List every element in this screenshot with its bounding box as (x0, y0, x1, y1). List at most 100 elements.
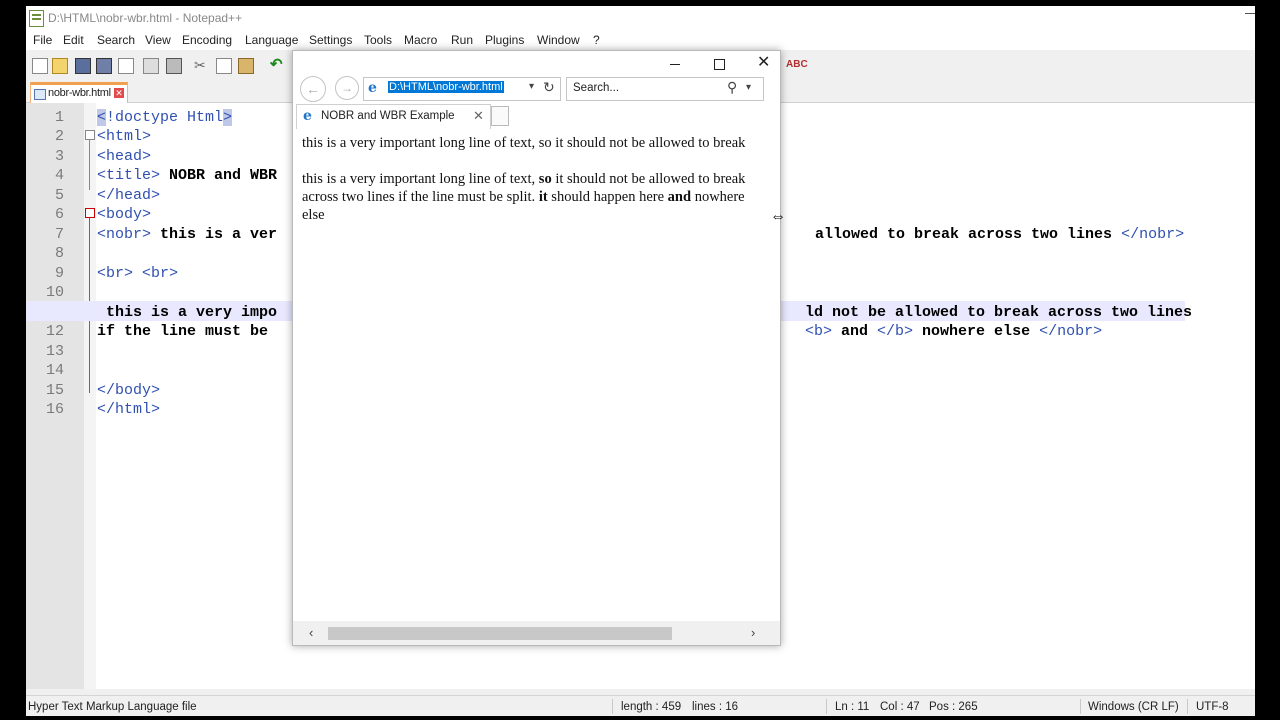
forward-button[interactable]: → (335, 76, 359, 100)
dropdown-arrow-icon[interactable]: ▾ (746, 82, 751, 93)
line-number: 9 (54, 265, 64, 282)
horizontal-scrollbar[interactable]: ‹ › (293, 621, 780, 645)
refresh-icon[interactable]: ↻ (543, 79, 555, 96)
new-tab-button[interactable] (491, 106, 509, 126)
menu-file[interactable]: File (33, 33, 52, 47)
menu-view[interactable]: View (145, 33, 171, 47)
close-tab-icon[interactable]: ✕ (114, 88, 124, 98)
code-line-6: <body> (97, 206, 152, 223)
save-icon[interactable] (75, 58, 91, 74)
open-file-icon[interactable] (52, 58, 68, 74)
status-separator (612, 699, 613, 714)
status-eol[interactable]: Windows (CR LF) (1088, 701, 1179, 713)
code-line-9: <br> <br> (97, 265, 179, 282)
code-line-12: if the line must be (97, 323, 278, 340)
status-filetype: Hyper Text Markup Language file (28, 701, 197, 713)
resize-cursor-icon: ⇔ (770, 208, 786, 225)
menu-plugins[interactable]: Plugins (485, 33, 524, 47)
paste-icon[interactable] (238, 58, 254, 74)
menu-encoding[interactable]: Encoding (182, 33, 232, 47)
code-line-7-tail: allowed to break across two lines </nobr… (815, 226, 1185, 243)
menu-edit[interactable]: Edit (63, 33, 84, 47)
code-line-11: this is a very impo (97, 304, 278, 321)
code-line-3: <head> (97, 148, 152, 165)
back-button[interactable]: ← (300, 76, 326, 102)
line-number: 4 (54, 167, 64, 184)
close-all-icon[interactable] (143, 58, 159, 74)
url-text[interactable]: D:\HTML\nobr-wbr.html (388, 81, 504, 93)
close-icon[interactable]: ✕ (757, 55, 770, 71)
line-number: 3 (54, 148, 64, 165)
save-all-icon[interactable] (96, 58, 112, 74)
menu-help[interactable]: ? (593, 33, 600, 47)
code-line-7: <nobr> this is a ver (97, 226, 278, 243)
menu-macro[interactable]: Macro (404, 33, 437, 47)
menu-window[interactable]: Window (537, 33, 580, 47)
status-pos: Pos : 265 (929, 701, 978, 713)
notepadpp-icon (29, 10, 44, 27)
tab-title: NOBR and WBR Example (321, 110, 455, 122)
tab-nobr-wbr-example[interactable]: e NOBR and WBR Example ✕ (296, 104, 491, 129)
cut-icon[interactable]: ✂ (194, 58, 208, 72)
line-number: 14 (45, 362, 64, 379)
copy-icon[interactable] (216, 58, 232, 74)
line-number: 10 (45, 284, 64, 301)
nobr-line: this is a very important long line of te… (302, 135, 746, 151)
undo-icon[interactable]: ↶ (270, 57, 284, 72)
status-bar: Hyper Text Markup Language file length :… (26, 695, 1255, 716)
spellcheck-icon[interactable]: ABC (786, 58, 808, 72)
line-number: 2 (54, 128, 64, 145)
line-number: 12 (45, 323, 64, 340)
code-line-2: <html> (97, 128, 152, 145)
minimize-icon[interactable] (1245, 13, 1255, 14)
status-lines: lines : 16 (692, 701, 739, 713)
browser-window: ✕ ← → e D:\HTML\nobr-wbr.html ▾ ↻ Search… (292, 50, 781, 646)
close-tab-icon[interactable]: ✕ (473, 108, 484, 124)
window-controls: ✕ (640, 51, 780, 79)
line-number: 8 (54, 245, 64, 262)
tab-nobr-wbr[interactable]: nobr-wbr.html ✕ (30, 82, 128, 105)
fold-toggle-icon[interactable] (85, 208, 95, 218)
status-col: Col : 47 (880, 701, 920, 713)
code-line-15: </body> (97, 382, 161, 399)
status-separator (1080, 699, 1081, 714)
maximize-icon[interactable] (714, 59, 725, 70)
menu-bar: File Edit Search View Encoding Language … (26, 30, 1255, 50)
code-line-1: <!doctype Html> (97, 109, 233, 126)
line-number-gutter: 1 2 3 4 5 6 7 8 9 10 11 12 13 14 15 16 (26, 103, 85, 689)
status-encoding[interactable]: UTF-8 (1196, 701, 1229, 713)
code-line-16: </html> (97, 401, 161, 418)
dropdown-arrow-icon[interactable]: ▾ (529, 81, 534, 92)
status-separator (1187, 699, 1188, 714)
scrollbar-thumb[interactable] (328, 627, 672, 640)
minimize-icon[interactable] (670, 64, 680, 65)
menu-run[interactable]: Run (451, 33, 473, 47)
ie-icon: e (368, 80, 377, 96)
scroll-left-icon[interactable]: ‹ (309, 625, 313, 640)
code-line-4: <title> NOBR and WBR (97, 167, 278, 184)
title-bar: D:\HTML\nobr-wbr.html - Notepad++ (26, 6, 1255, 30)
line-number: 6 (54, 206, 64, 223)
status-length: length : 459 (621, 701, 682, 713)
wbr-paragraph: this is a very important long line of te… (302, 171, 746, 223)
tab-label: nobr-wbr.html (48, 87, 111, 99)
menu-settings[interactable]: Settings (309, 33, 352, 47)
search-icon[interactable]: ⚲ (727, 79, 737, 96)
line-number: 5 (54, 187, 64, 204)
new-file-icon[interactable] (32, 58, 48, 74)
menu-language[interactable]: Language (245, 33, 298, 47)
code-line-12-tail: <b> and </b> nowhere else </nobr> (805, 323, 1103, 340)
address-bar[interactable]: e D:\HTML\nobr-wbr.html ▾ ↻ (363, 77, 561, 101)
menu-search[interactable]: Search (97, 33, 135, 47)
file-icon (34, 89, 46, 100)
status-ln: Ln : 11 (835, 701, 870, 713)
fold-toggle-icon[interactable] (85, 130, 95, 140)
menu-tools[interactable]: Tools (364, 33, 392, 47)
search-input[interactable]: Search... (573, 82, 619, 94)
fold-line (89, 140, 90, 190)
close-file-icon[interactable] (118, 58, 134, 74)
scroll-right-icon[interactable]: › (751, 625, 755, 640)
line-number: 16 (45, 401, 64, 418)
search-box[interactable]: Search... ⚲ ▾ (566, 77, 764, 101)
print-icon[interactable] (166, 58, 182, 74)
